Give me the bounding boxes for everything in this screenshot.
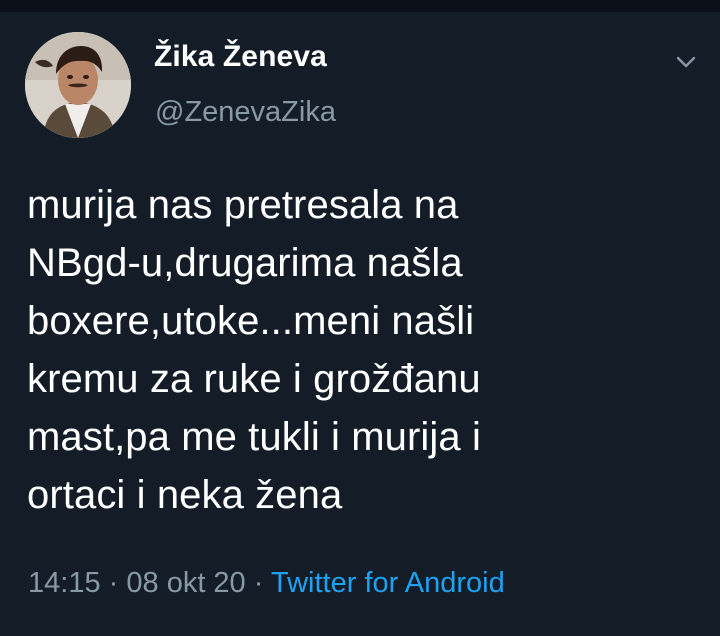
- tweet-line: boxere,utoke...meni našli: [27, 299, 475, 343]
- tweet-line: murija nas pretresala na: [27, 183, 459, 227]
- tweet-line: ortaci i neka žena: [27, 473, 343, 517]
- avatar[interactable]: [25, 32, 131, 138]
- tweet-line: mast,pa me tukli i murija i: [27, 415, 481, 459]
- tweet-source-link[interactable]: Twitter for Android: [271, 567, 505, 599]
- meta-separator: ·: [253, 567, 264, 599]
- tweet-meta: 14:15 · 08 okt 20 · Twitter for Android: [28, 567, 505, 600]
- tweet-card: Žika Ženeva @ZenevaZika murija nas pretr…: [0, 0, 720, 636]
- tweet-date: 08 okt 20: [126, 567, 246, 599]
- meta-separator: ·: [108, 567, 119, 599]
- tweet-text: murija nas pretresala na NBgd-u,drugarim…: [27, 176, 677, 524]
- tweet-time: 14:15: [28, 567, 101, 599]
- author-handle[interactable]: @ZenevaZika: [155, 96, 336, 129]
- top-strip: [0, 0, 720, 12]
- chevron-down-icon[interactable]: [674, 52, 698, 72]
- tweet-line: kremu za ruke i grožđanu: [27, 357, 481, 401]
- tweet-line: NBgd-u,drugarima našla: [27, 241, 463, 285]
- avatar-image: [25, 32, 131, 138]
- author-name[interactable]: Žika Ženeva: [154, 40, 327, 74]
